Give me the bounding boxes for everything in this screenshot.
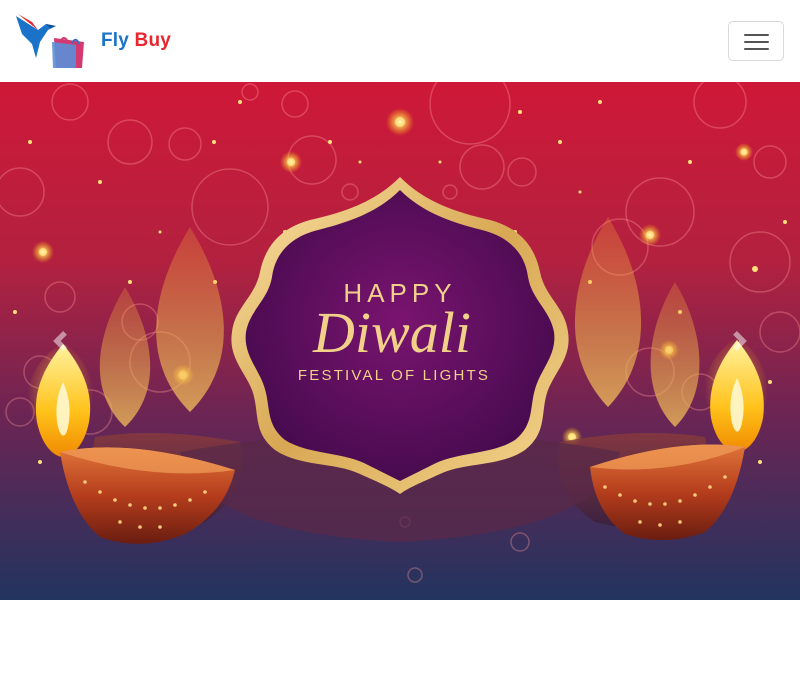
page-content-area	[0, 600, 800, 682]
carousel-next-button[interactable]: Next	[680, 82, 800, 600]
carousel-prev-button[interactable]: Previous	[0, 82, 120, 600]
brand-logo-icon	[16, 14, 84, 68]
navbar: Fly Buy	[0, 0, 800, 82]
navbar-toggler-button[interactable]	[728, 21, 784, 61]
banner-headline-festival: FESTIVAL OF LIGHTS	[298, 367, 490, 384]
banner-headline-diwali: Diwali	[312, 300, 471, 365]
hamburger-menu-icon	[744, 34, 769, 36]
brand-name: Fly Buy	[101, 30, 171, 52]
hero-carousel: HAPPY Diwali FESTIVAL OF LIGHTS	[0, 82, 800, 600]
hamburger-menu-icon-bar	[744, 41, 769, 43]
brand-link[interactable]: Fly Buy	[16, 12, 171, 70]
chevron-left-icon	[53, 331, 67, 351]
brand-name-fly: Fly	[101, 30, 130, 51]
hamburger-menu-icon-bar	[744, 48, 769, 50]
chevron-right-icon	[733, 331, 747, 351]
brand-name-buy: Buy	[134, 30, 172, 51]
